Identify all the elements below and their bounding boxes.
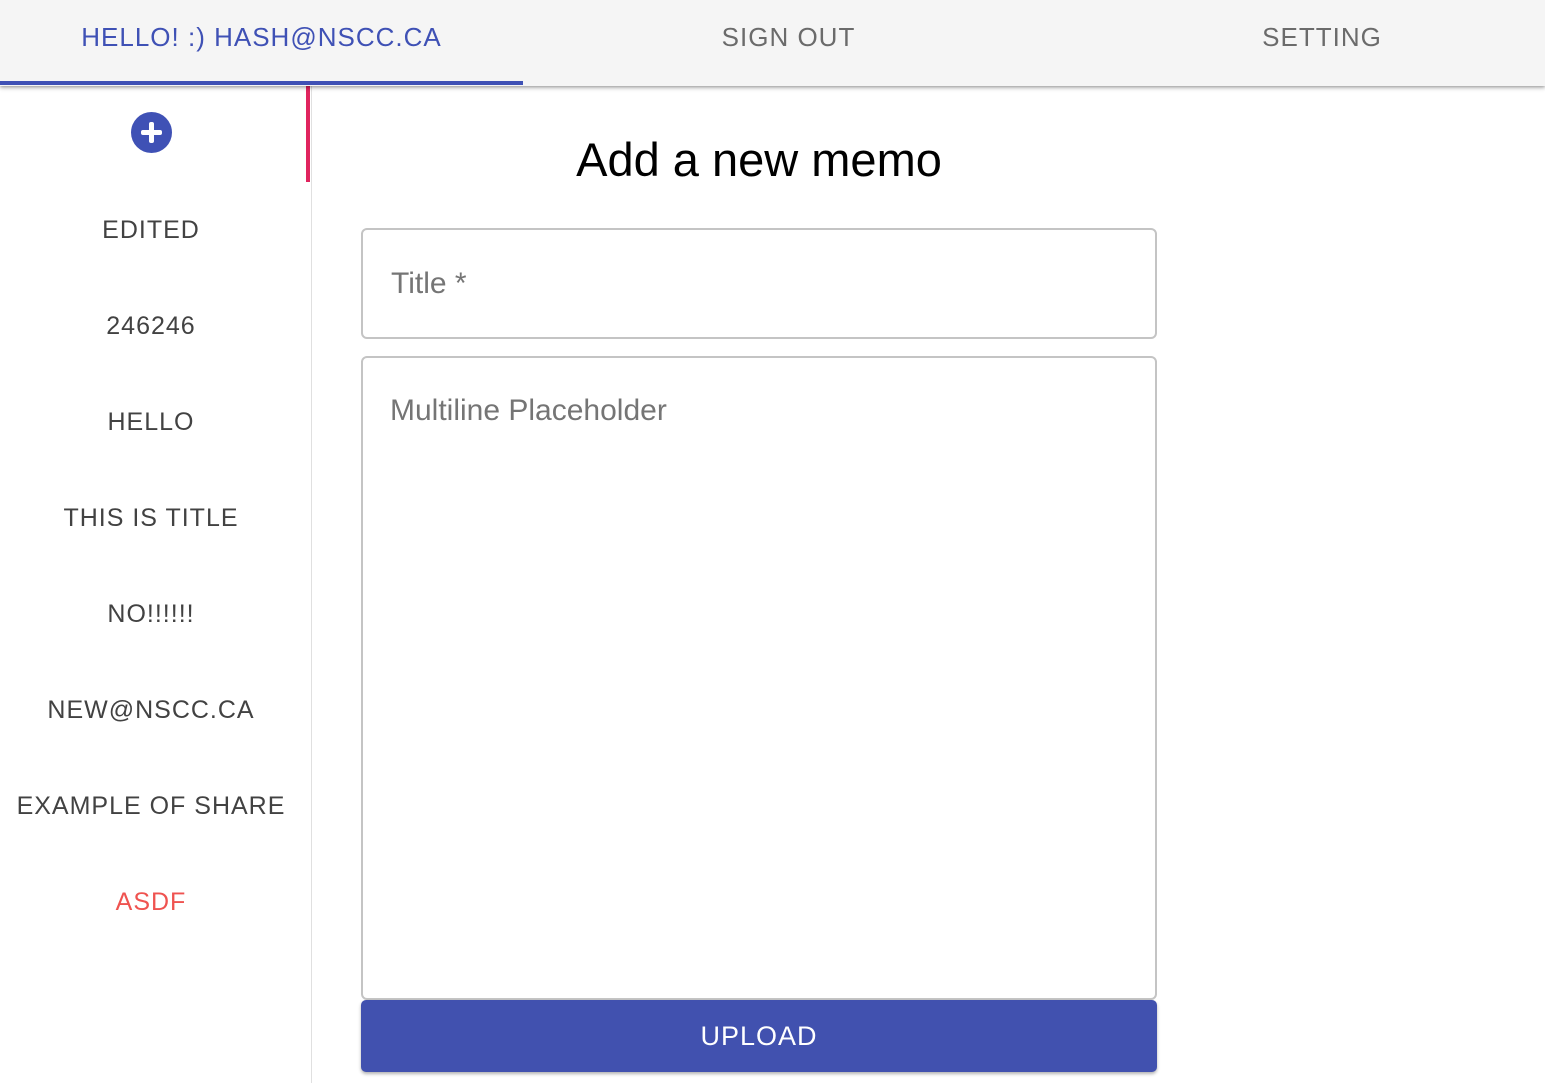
memo-item-example-of-share[interactable]: EXAMPLE OF SHARE <box>0 758 302 854</box>
title-input[interactable] <box>363 230 1155 337</box>
memo-body-field <box>361 356 1157 1000</box>
memo-item-new-nscc[interactable]: NEW@NSCC.CA <box>0 662 302 758</box>
tab-setting[interactable]: SETTING <box>1054 0 1545 86</box>
title-field <box>361 228 1157 339</box>
active-tab-indicator <box>0 81 523 85</box>
memo-item-no[interactable]: NO!!!!!! <box>0 566 302 662</box>
tab-sign-out[interactable]: SIGN OUT <box>523 0 1054 86</box>
selected-item-indicator <box>306 86 310 182</box>
add-memo-button[interactable] <box>0 86 302 182</box>
memo-item-edited[interactable]: EDITED <box>0 182 302 278</box>
memo-item-this-is-title[interactable]: THIS IS TITLE <box>0 470 302 566</box>
memo-item-246246[interactable]: 246246 <box>0 278 302 374</box>
memo-item-hello[interactable]: HELLO <box>0 374 302 470</box>
tab-account[interactable]: HELLO! :) HASH@NSCC.CA <box>0 0 523 86</box>
top-tab-bar: HELLO! :) HASH@NSCC.CA SIGN OUT SETTING <box>0 0 1545 86</box>
plus-circle-icon[interactable] <box>130 111 172 153</box>
memo-body-input[interactable] <box>363 358 1155 998</box>
page-title: Add a new memo <box>576 133 942 186</box>
upload-button[interactable]: UPLOAD <box>361 1000 1157 1072</box>
memo-sidebar: EDITED 246246 HELLO THIS IS TITLE NO!!!!… <box>0 86 312 1083</box>
memo-item-asdf[interactable]: ASDF <box>0 854 302 950</box>
